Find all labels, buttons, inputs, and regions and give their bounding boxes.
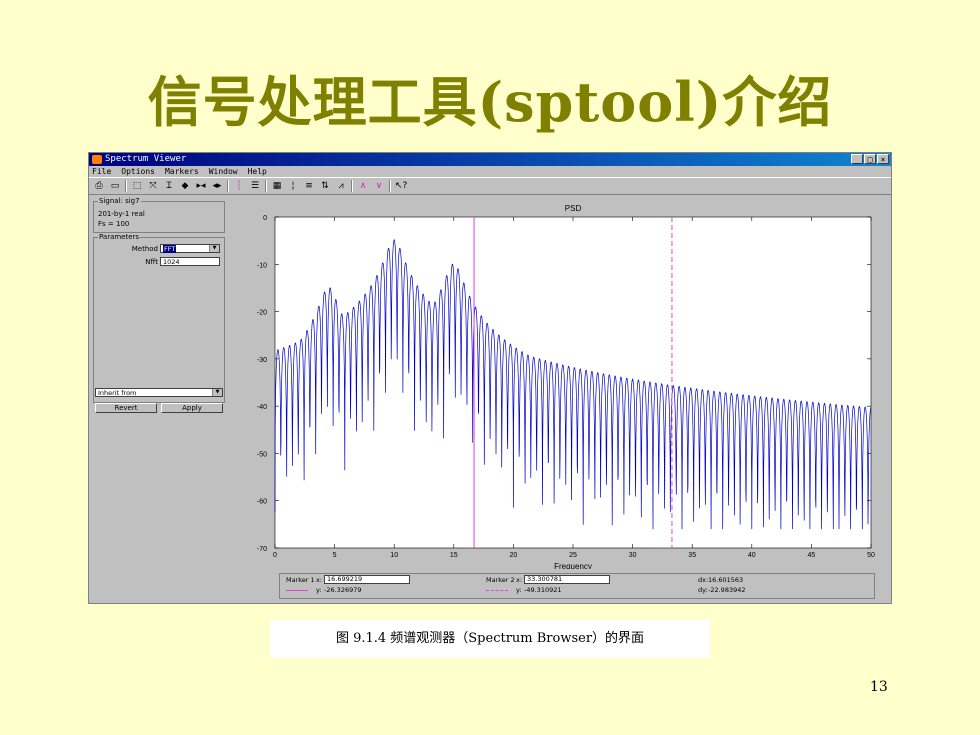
x-tick-label: 45 — [808, 552, 816, 559]
print-icon[interactable]: ⎙ — [93, 180, 105, 192]
signal-size-text: 201-by-1 real — [98, 210, 145, 218]
signal-group: Signal: sig7 201-by-1 real Fs = 100 — [93, 197, 225, 233]
marker-lines-icon[interactable]: ¦ — [287, 180, 299, 192]
valley-marker-icon[interactable]: ∨ — [373, 180, 385, 192]
peaks-icon[interactable]: ⇅ — [319, 180, 331, 192]
revert-button[interactable]: Revert — [95, 403, 157, 413]
marker2-x-field[interactable]: 33.300781 — [524, 575, 610, 584]
toolbar-separator — [265, 180, 267, 192]
slide-title: 信号处理工具(sptool)介绍 — [147, 70, 833, 134]
marker-readout-bar: Marker 1 x: 16.699219 y: -26.326979 Mark… — [279, 573, 875, 599]
y-tick-label: -10 — [257, 262, 267, 269]
signal-group-title: Signal: sig7 — [98, 197, 141, 205]
page-number: 13 — [870, 679, 888, 695]
x-tick-label: 20 — [510, 552, 518, 559]
y-tick-label: -50 — [257, 451, 267, 458]
x-tick-label: 5 — [333, 552, 337, 559]
x-tick-label: 30 — [629, 552, 637, 559]
x-tick-label: 0 — [273, 552, 277, 559]
marker1-label: Marker 1 — [286, 576, 315, 584]
y-tick-label: -70 — [257, 546, 267, 553]
toolbar-separator — [227, 180, 229, 192]
dx-value: 16.601563 — [708, 576, 744, 584]
menu-markers[interactable]: Markers — [165, 166, 199, 177]
legend-icon[interactable]: ☰ — [249, 180, 261, 192]
full-view-icon[interactable]: ◂▸ — [211, 180, 223, 192]
menu-file[interactable]: File — [92, 166, 111, 177]
x-tick-label: 15 — [450, 552, 458, 559]
track-icon[interactable]: ≡ — [303, 180, 315, 192]
zoom-y-icon[interactable]: ◆ — [179, 180, 191, 192]
parameters-group: Parameters Method FFT ▼ Nfft 1024 — [93, 233, 225, 403]
zoom-box-icon[interactable]: ⬚ — [131, 180, 143, 192]
method-value: FFT — [163, 245, 177, 253]
pan-icon[interactable]: ▸◂ — [195, 180, 207, 192]
marker-icon[interactable]: ┆ — [233, 180, 245, 192]
marker1-line-sample — [286, 590, 308, 591]
window-titlebar[interactable]: Spectrum Viewer _ □ × — [89, 153, 891, 166]
zoom-in-icon[interactable]: ⤧ — [147, 180, 159, 192]
plot-area: PSD Frequency 0 5 10 15 20 25 30 35 40 45 50 0 -10 -20 -… — [231, 197, 886, 599]
toolbar: ⎙ ▭ ⬚ ⤧ Ɪ ◆ ▸◂ ◂▸ ┆ ☰ ▦ ¦ ≡ ⇅ ⩘ ∧ ∨ ↖? — [89, 177, 891, 195]
valleys-icon[interactable]: ⩘ — [335, 180, 347, 192]
y-tick-label: -30 — [257, 357, 267, 364]
spectrum-viewer-window: Spectrum Viewer _ □ × File Options Marke… — [88, 152, 892, 604]
nfft-input[interactable]: 1024 — [160, 257, 220, 266]
dy-label: dy: — [698, 586, 708, 594]
dy-value: -22.983942 — [708, 586, 746, 594]
chevron-down-icon: ▼ — [212, 389, 222, 396]
maximize-button[interactable]: □ — [864, 154, 876, 164]
y-tick-label: 0 — [263, 215, 267, 222]
menu-help[interactable]: Help — [248, 166, 267, 177]
help-pointer-icon[interactable]: ↖? — [395, 180, 407, 192]
marker2-y-value: -49.310921 — [524, 586, 562, 594]
x-tick-label: 35 — [688, 552, 696, 559]
menu-window[interactable]: Window — [209, 166, 238, 177]
x-tick-label: 10 — [390, 552, 398, 559]
dx-label: dx: — [698, 576, 709, 584]
close-button[interactable]: × — [877, 154, 889, 164]
chevron-down-icon: ▼ — [209, 245, 219, 252]
zoom-x-icon[interactable]: Ɪ — [163, 180, 175, 192]
x-tick-label: 50 — [867, 552, 875, 559]
psd-chart[interactable]: PSD Frequency 0 5 10 15 20 25 30 35 40 45 50 0 -10 -20 -… — [231, 197, 886, 571]
y-tick-label: -20 — [257, 310, 267, 317]
toolbar-separator — [351, 180, 353, 192]
toolbar-separator — [389, 180, 391, 192]
marker1-x-field[interactable]: 16.699219 — [324, 575, 410, 584]
marker2-label: Marker 2 — [486, 576, 515, 584]
x-axis-label: Frequency — [554, 562, 592, 569]
toolbar-separator — [125, 180, 127, 192]
inherit-value: Inherit from — [98, 389, 137, 397]
window-title: Spectrum Viewer — [105, 154, 187, 164]
parameters-group-title: Parameters — [98, 233, 141, 241]
method-label: Method — [131, 245, 158, 253]
marker2-line-sample — [486, 590, 508, 591]
sampling-rate-text: Fs = 100 — [98, 220, 130, 228]
apply-button[interactable]: Apply — [161, 403, 223, 413]
left-panel: Signal: sig7 201-by-1 real Fs = 100 Para… — [91, 197, 229, 599]
peak-marker-icon[interactable]: ∧ — [357, 180, 369, 192]
nfft-label: Nfft — [145, 258, 158, 266]
y-tick-label: -40 — [257, 404, 267, 411]
matlab-app-icon — [92, 155, 102, 164]
x-tick-label: 25 — [569, 552, 577, 559]
menu-options[interactable]: Options — [121, 166, 155, 177]
marker2-y-label: y: — [516, 586, 522, 594]
marker1-y-value: -26.326979 — [324, 586, 362, 594]
chart-title: PSD — [565, 204, 582, 213]
x-tick-label: 40 — [748, 552, 756, 559]
print-preview-icon[interactable]: ▭ — [109, 180, 121, 192]
method-select[interactable]: FFT ▼ — [160, 244, 220, 253]
inherit-select[interactable]: Inherit from ▼ — [95, 388, 223, 397]
grid-icon[interactable]: ▦ — [271, 180, 283, 192]
y-tick-label: -60 — [257, 499, 267, 506]
menu-bar: File Options Markers Window Help — [89, 166, 891, 177]
figure-caption: 图 9.1.4 频谱观测器（Spectrum Browser）的界面 — [270, 620, 710, 658]
marker1-y-label: y: — [316, 586, 322, 594]
minimize-button[interactable]: _ — [851, 154, 863, 164]
marker2-x-label: x: — [516, 576, 523, 584]
marker1-x-label: x: — [316, 576, 323, 584]
